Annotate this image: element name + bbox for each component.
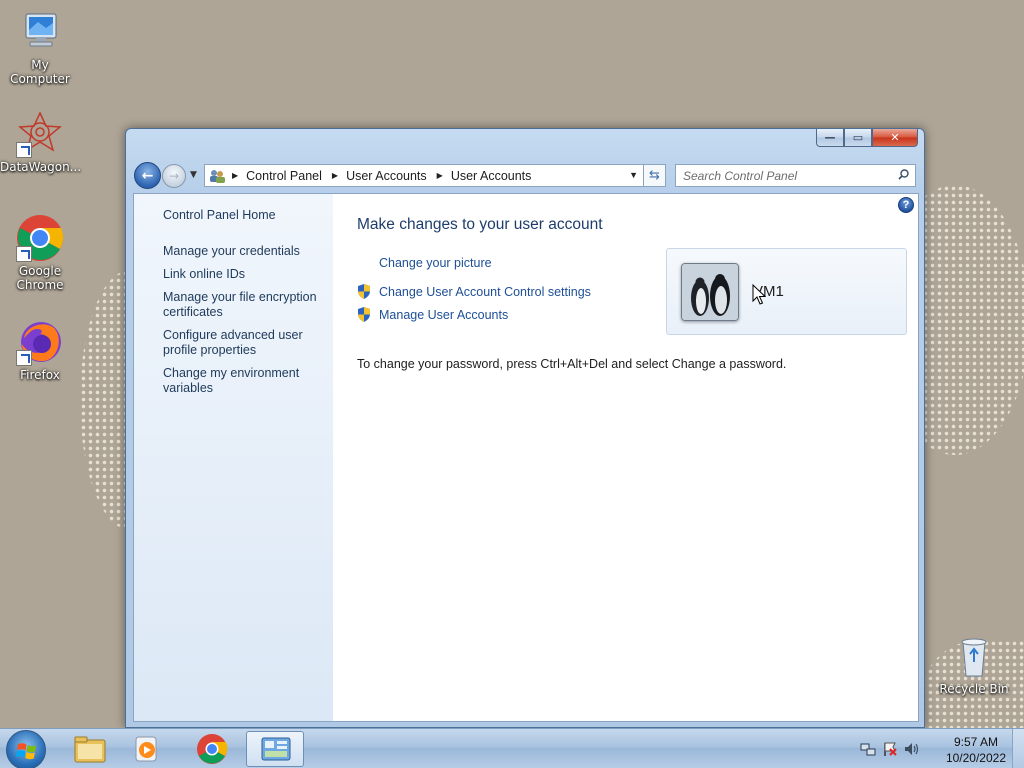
penguin-picture-icon xyxy=(682,264,738,320)
window-content: Control Panel Home Manage your credentia… xyxy=(133,193,919,722)
desktop-icon-recycle-bin[interactable]: Recycle Bin xyxy=(934,632,1014,696)
breadcrumb-user-accounts-current[interactable]: User Accounts xyxy=(451,169,532,183)
taskbar-media-player-button[interactable] xyxy=(118,731,176,767)
recent-pages-dropdown[interactable]: ▼ xyxy=(190,170,197,180)
desktop-icon-google-chrome[interactable]: Google Chrome xyxy=(0,214,80,292)
forward-button[interactable]: → xyxy=(162,164,186,188)
breadcrumb: ▶ Control Panel ▶ User Accounts ▶ User A… xyxy=(232,169,541,183)
breadcrumb-user-accounts[interactable]: User Accounts xyxy=(346,169,427,183)
window-controls: — ▭ ✕ xyxy=(816,129,918,147)
link-online-ids-link[interactable]: Link online IDs xyxy=(163,267,328,282)
chevron-right-icon: ▶ xyxy=(331,171,339,180)
windows-logo-icon xyxy=(16,743,36,760)
search-input[interactable] xyxy=(676,165,886,186)
taskbar-chrome-button[interactable] xyxy=(183,731,241,767)
clock-date: 10/20/2022 xyxy=(945,751,1006,765)
desktop-icon-label: Recycle Bin xyxy=(939,682,1009,696)
system-tray: 9:57 AM 10/20/2022 xyxy=(854,729,1024,768)
change-picture-link[interactable]: Change your picture xyxy=(357,256,492,270)
user-accounts-window: — ▭ ✕ ← → ▼ ▶ Control Panel ▶ User Accou… xyxy=(125,128,925,728)
change-uac-settings-link[interactable]: Change User Account Control settings xyxy=(357,284,591,299)
main-pane: ? Make changes to your user account Chan… xyxy=(333,194,918,721)
search-icon[interactable] xyxy=(898,169,909,180)
shortcut-arrow-icon xyxy=(16,246,32,262)
shortcut-arrow-icon xyxy=(16,142,32,158)
arrow-left-icon: ← xyxy=(141,167,154,184)
environment-variables-link[interactable]: Change my environment variables xyxy=(163,366,328,396)
desktop-icon-label: My Computer xyxy=(10,58,70,86)
control-panel-icon xyxy=(261,737,291,761)
minimize-button[interactable]: — xyxy=(816,129,844,147)
taskbar-explorer-button[interactable] xyxy=(60,731,118,767)
show-desktop-button[interactable] xyxy=(1012,729,1024,768)
datawagon-icon xyxy=(16,110,64,158)
task-label: Manage User Accounts xyxy=(379,307,509,322)
mouse-cursor-icon xyxy=(752,284,766,305)
shortcut-arrow-icon xyxy=(16,350,32,366)
password-note: To change your password, press Ctrl+Alt+… xyxy=(357,357,787,371)
control-panel-icon xyxy=(208,168,226,184)
firefox-icon xyxy=(16,318,64,366)
desktop-icon-datawagon[interactable]: DataWagon... xyxy=(0,110,82,174)
navigation-bar: ← → ▼ ▶ Control Panel ▶ User Accounts ▶ … xyxy=(134,161,916,189)
uac-shield-icon xyxy=(358,284,370,299)
arrow-right-icon: → xyxy=(168,169,180,183)
task-label: Change User Account Control settings xyxy=(379,284,591,299)
account-picture[interactable] xyxy=(681,263,739,321)
desktop-icon-label: Google Chrome xyxy=(16,264,64,292)
help-icon[interactable]: ? xyxy=(898,197,914,213)
address-bar[interactable]: ▶ Control Panel ▶ User Accounts ▶ User A… xyxy=(204,164,644,187)
task-pane: Control Panel Home Manage your credentia… xyxy=(134,194,333,721)
breadcrumb-control-panel[interactable]: Control Panel xyxy=(246,169,322,183)
media-player-icon xyxy=(135,736,157,762)
recycle-bin-icon xyxy=(950,632,998,680)
clock-time: 9:57 AM xyxy=(953,735,998,749)
desktop-icon-my-computer[interactable]: My Computer xyxy=(0,8,80,86)
volume-icon[interactable] xyxy=(904,741,920,757)
chevron-right-icon: ▶ xyxy=(232,171,239,180)
address-dropdown-icon[interactable]: ▼ xyxy=(629,170,638,180)
taskbar-control-panel-button[interactable] xyxy=(246,731,304,767)
desktop-icon-firefox[interactable]: Firefox xyxy=(0,318,80,382)
close-button[interactable]: ✕ xyxy=(872,129,918,147)
account-card: VM1 xyxy=(666,248,907,335)
chrome-icon xyxy=(16,214,64,262)
taskbar: 9:57 AM 10/20/2022 xyxy=(0,728,1024,768)
search-box[interactable] xyxy=(675,164,916,187)
folder-icon xyxy=(74,736,106,763)
control-panel-home-link[interactable]: Control Panel Home xyxy=(163,208,328,223)
refresh-button[interactable]: ⇆ xyxy=(644,164,666,187)
refresh-icon: ⇆ xyxy=(649,168,660,183)
computer-icon xyxy=(16,8,64,56)
desktop-icon-label: Firefox xyxy=(20,368,60,382)
page-title: Make changes to your user account xyxy=(357,216,603,233)
back-button[interactable]: ← xyxy=(134,162,161,189)
network-icon[interactable] xyxy=(860,741,876,757)
desktop-icon-label: DataWagon... xyxy=(0,160,82,174)
manage-user-accounts-link[interactable]: Manage User Accounts xyxy=(357,307,508,322)
maximize-button[interactable]: ▭ xyxy=(844,129,872,147)
clock[interactable]: 9:57 AM 10/20/2022 xyxy=(946,734,1006,766)
file-encryption-certificates-link[interactable]: Manage your file encryption certificates xyxy=(163,290,328,320)
advanced-profile-properties-link[interactable]: Configure advanced user profile properti… xyxy=(163,328,328,358)
chevron-right-icon: ▶ xyxy=(436,171,443,180)
task-label: Change your picture xyxy=(379,256,492,270)
chrome-icon xyxy=(197,734,228,764)
manage-credentials-link[interactable]: Manage your credentials xyxy=(163,244,328,259)
start-button[interactable] xyxy=(6,730,46,768)
action-center-flag-icon[interactable] xyxy=(882,741,898,757)
uac-shield-icon xyxy=(358,307,370,322)
